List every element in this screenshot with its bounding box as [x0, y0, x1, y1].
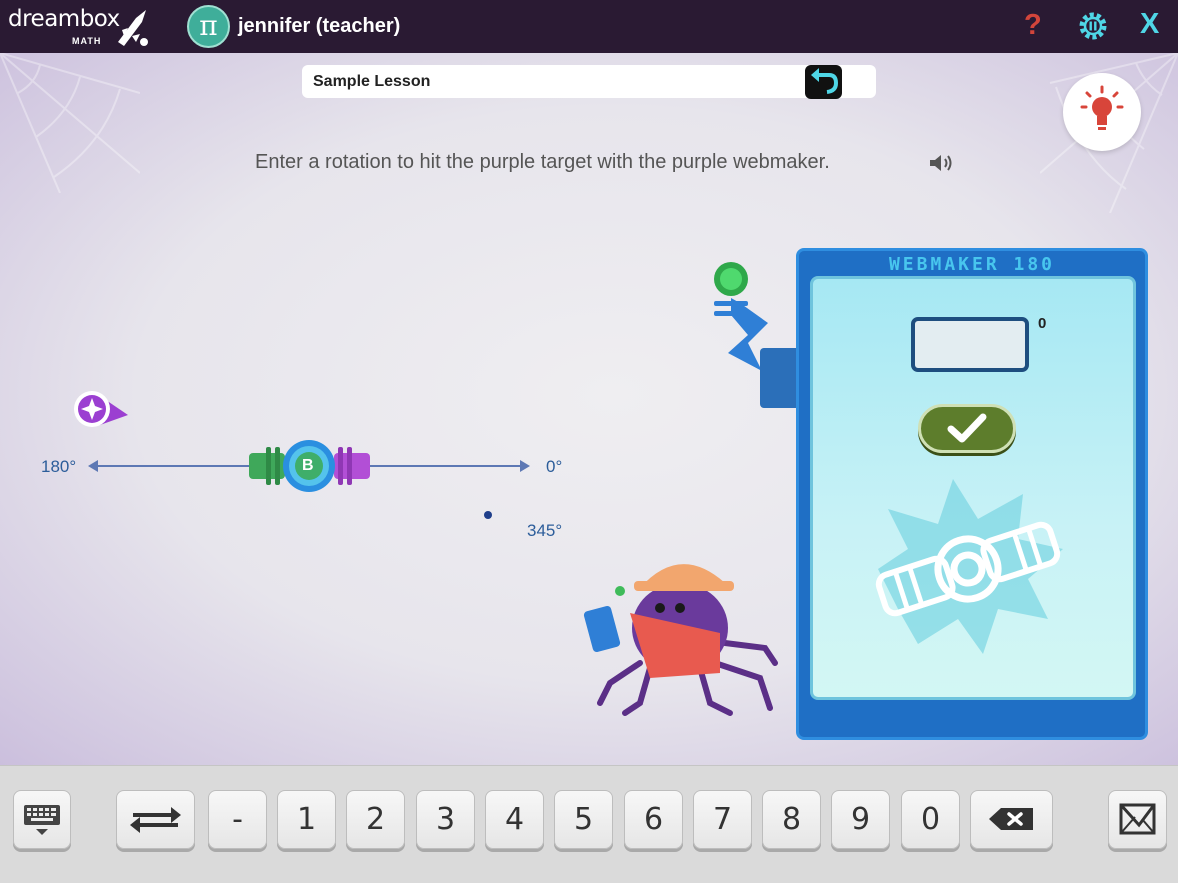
machine-title: WEBMAKER 180 — [888, 254, 1056, 275]
backspace-icon — [989, 808, 1033, 830]
webmaker-machine: WEBMAKER 180 0 — [796, 248, 1148, 740]
key-9[interactable]: 9 — [831, 790, 890, 849]
top-bar: dreambox MATH π jennifer (teacher) ? X — [0, 0, 1178, 53]
key-8[interactable]: 8 — [762, 790, 821, 849]
user-avatar[interactable]: π — [187, 5, 230, 48]
envelope-button[interactable] — [1108, 790, 1167, 849]
rotation-diagram — [74, 262, 800, 716]
axis-arrow-left — [88, 460, 98, 472]
angle-label-345: 345° — [527, 521, 563, 540]
lightbulb-icon — [1080, 85, 1124, 130]
keyboard-toggle-button[interactable] — [13, 790, 71, 849]
key-minus[interactable]: - — [208, 790, 267, 849]
swap-arrows-icon — [130, 807, 181, 833]
logo-word: dreambox — [8, 6, 120, 32]
key-3[interactable]: 3 — [416, 790, 475, 849]
key-4[interactable]: 4 — [485, 790, 544, 849]
key-1[interactable]: 1 — [277, 790, 336, 849]
machine-antenna — [714, 262, 800, 408]
axis-arrow-right — [520, 460, 530, 472]
keyboard-icon — [24, 805, 60, 835]
lesson-stage: Sample Lesson Enter a rotation to hit th… — [0, 53, 1178, 765]
key-6[interactable]: 6 — [624, 790, 683, 849]
device-label-b: B — [302, 457, 314, 474]
webmaker-silhouette-icon — [875, 479, 1063, 654]
submit-button[interactable] — [918, 404, 1016, 453]
key-7[interactable]: 7 — [693, 790, 752, 849]
user-name: jennifer (teacher) — [238, 15, 401, 37]
purple-target — [74, 391, 128, 427]
envelope-icon — [1119, 803, 1156, 835]
rotation-point-345 — [484, 511, 492, 519]
checkmark-icon — [947, 413, 987, 443]
key-5[interactable]: 5 — [554, 790, 613, 849]
key-2[interactable]: 2 — [346, 790, 405, 849]
angle-label-0: 0° — [546, 457, 563, 476]
machine-screen: 0 — [810, 276, 1136, 700]
logo-sub: MATH — [72, 36, 102, 46]
close-icon[interactable]: X — [1140, 8, 1159, 41]
key-0[interactable]: 0 — [901, 790, 960, 849]
angle-label-180: 180° — [41, 457, 77, 476]
swap-button[interactable] — [116, 790, 195, 849]
backspace-button[interactable] — [970, 790, 1053, 849]
undo-button[interactable] — [805, 65, 842, 99]
speaker-icon[interactable] — [928, 152, 954, 174]
undo-arrow-icon — [811, 68, 839, 94]
number-keypad: - 1 2 3 4 5 6 7 8 9 0 — [0, 765, 1178, 883]
rotation-input[interactable] — [911, 317, 1029, 372]
spider-character — [583, 564, 778, 716]
hint-button[interactable] — [1063, 73, 1141, 151]
degree-symbol: 0 — [1038, 315, 1047, 332]
help-icon[interactable]: ? — [1024, 9, 1042, 42]
dreambox-logo: dreambox MATH — [8, 6, 120, 46]
pause-gear-icon[interactable] — [1078, 11, 1108, 41]
rocket-logo-icon — [118, 10, 148, 46]
